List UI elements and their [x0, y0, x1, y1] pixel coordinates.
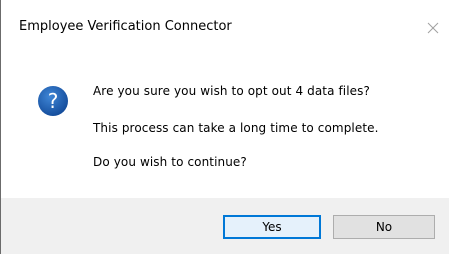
message-dialog: Employee Verification Connector ? Are yo…: [0, 0, 449, 254]
window-title: Employee Verification Connector: [19, 19, 232, 34]
message-line-1: Are you sure you wish to opt out 4 data …: [93, 84, 370, 98]
title-bar[interactable]: Employee Verification Connector: [1, 0, 449, 58]
yes-button[interactable]: Yes: [223, 215, 321, 239]
question-icon: ?: [38, 86, 68, 116]
close-button[interactable]: [419, 14, 447, 42]
no-button[interactable]: No: [333, 215, 435, 239]
close-icon: [427, 22, 439, 34]
svg-text:?: ?: [48, 89, 59, 113]
message-line-3: Do you wish to continue?: [93, 155, 247, 169]
message-line-2: This process can take a long time to com…: [93, 121, 379, 135]
message-area: ? Are you sure you wish to opt out 4 dat…: [1, 58, 449, 198]
button-bar: Yes No: [1, 198, 449, 254]
